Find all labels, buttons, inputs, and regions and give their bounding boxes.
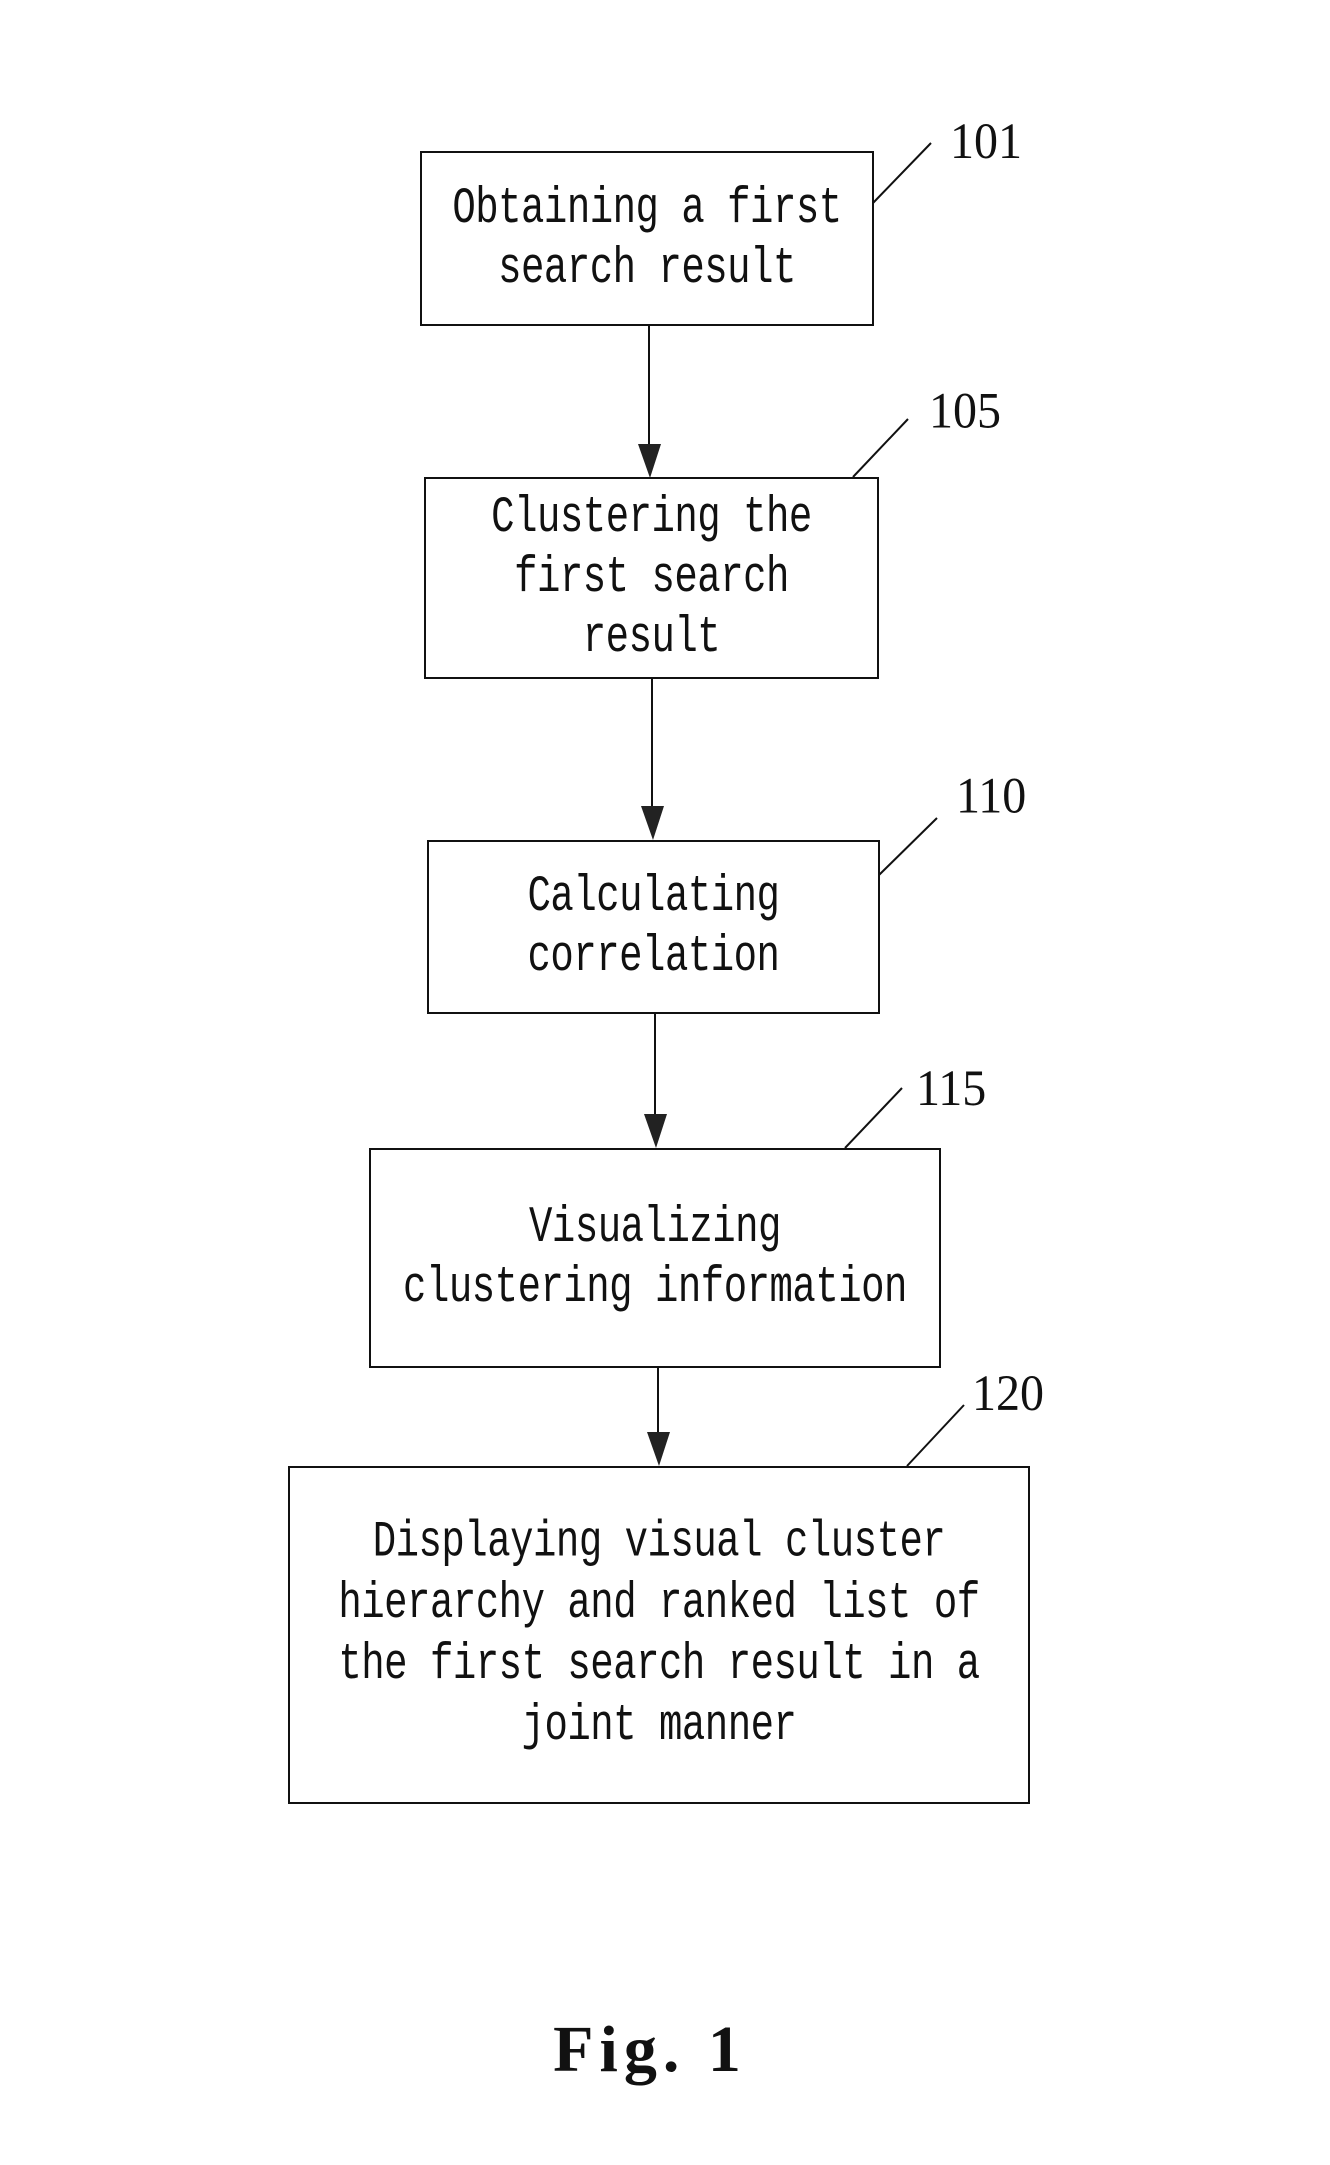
ref-numeral-101: 101 [950,113,1022,170]
ref-numeral-110: 110 [956,768,1027,825]
flowchart-figure: Obtaining a first search result 101 Clus… [0,0,1330,2165]
arrow-110-to-115 [644,1013,667,1148]
step-box-110: Calculating correlation [427,840,880,1014]
leader-line-115 [844,1087,903,1149]
leader-line-120 [906,1404,965,1467]
arrow-105-to-110 [641,678,664,840]
step-box-101: Obtaining a first search result [420,151,874,326]
arrow-115-to-120 [647,1367,670,1466]
ref-numeral-105: 105 [929,383,1001,440]
step-label-101: Obtaining a first search result [452,180,842,297]
leader-line-110 [878,817,938,876]
ref-numeral-115: 115 [916,1060,987,1117]
step-label-105: Clustering the first search result [491,489,812,667]
step-box-115: Visualizing clustering information [369,1148,941,1368]
ref-numeral-120: 120 [972,1365,1044,1422]
arrow-101-to-105 [638,326,661,478]
step-label-120: Displaying visual cluster hierarchy and … [338,1514,980,1755]
leader-line-105 [852,418,909,478]
figure-caption: Fig. 1 [553,2013,747,2086]
step-label-110: Calculating correlation [527,868,780,986]
step-label-115: Visualizing clustering information [403,1199,907,1317]
step-box-105: Clustering the first search result [424,477,879,679]
step-box-120: Displaying visual cluster hierarchy and … [288,1466,1030,1804]
leader-line-101 [872,142,932,204]
